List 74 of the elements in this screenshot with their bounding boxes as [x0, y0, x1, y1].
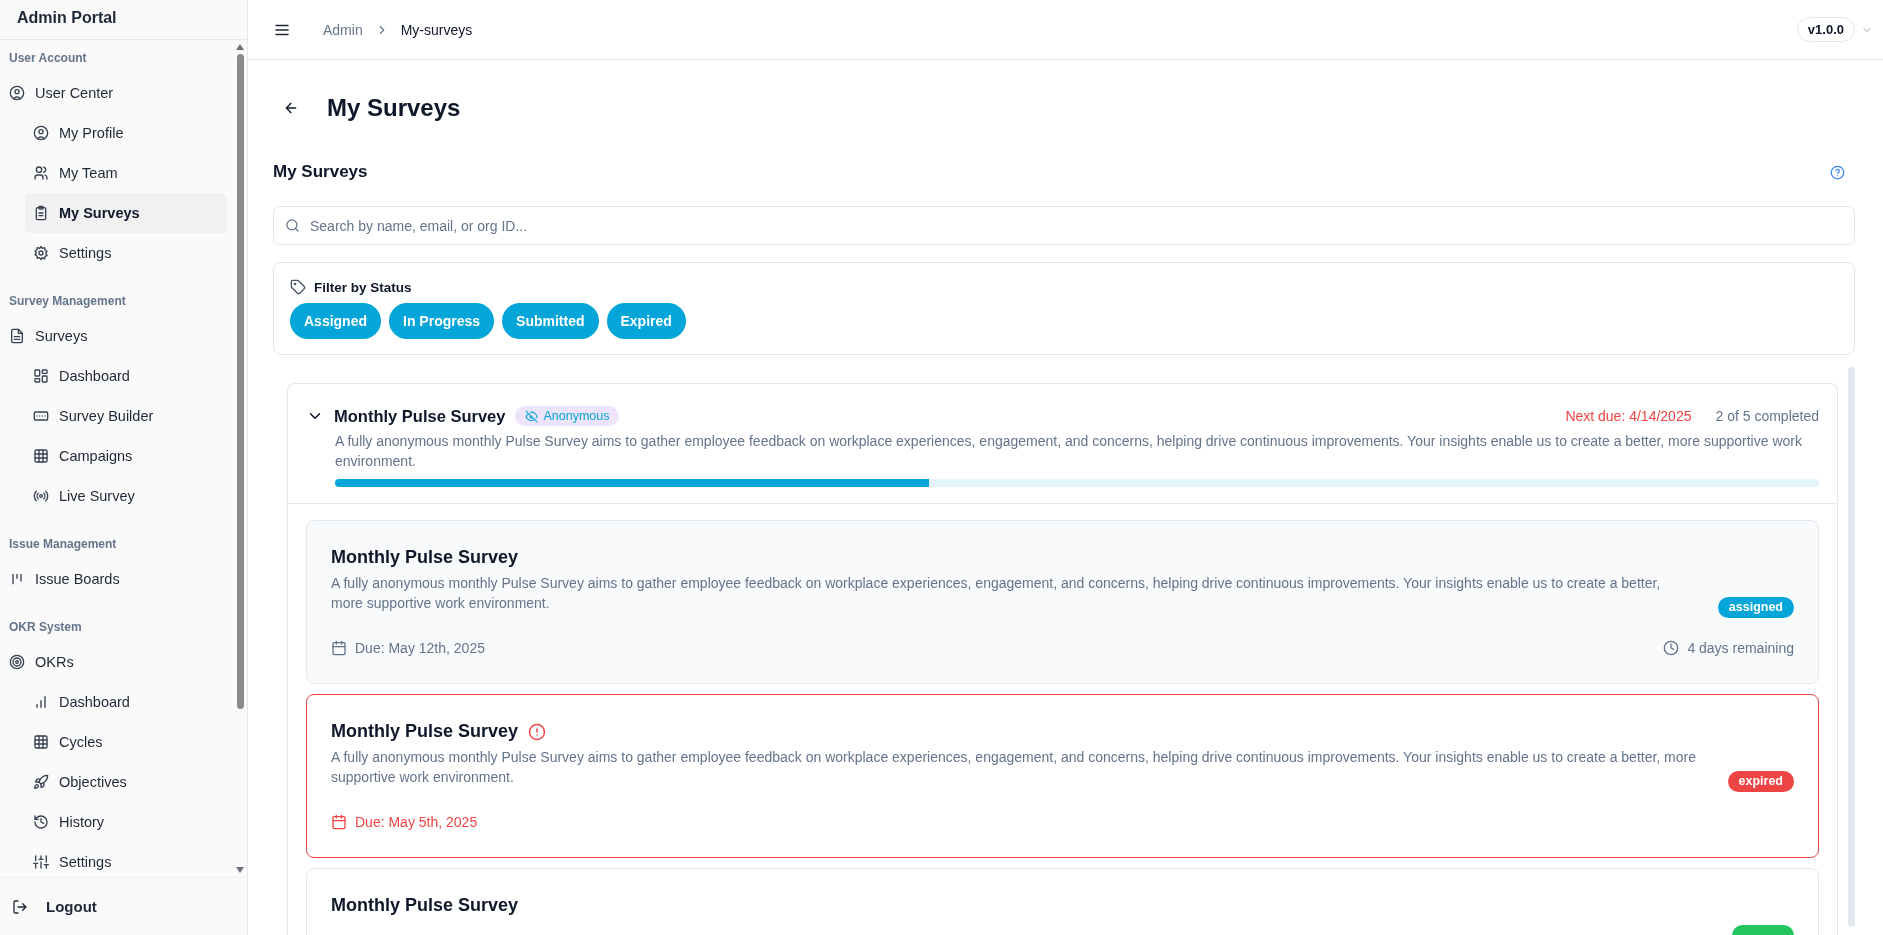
back-arrow-icon	[283, 100, 299, 116]
nav-icon	[9, 85, 25, 101]
nav-icon	[33, 245, 49, 261]
nav-icon	[33, 854, 49, 870]
nav-item[interactable]: My Team	[25, 153, 227, 193]
section-heading: Survey Management	[9, 293, 127, 310]
group-title: Monthly Pulse Survey	[334, 406, 506, 426]
nav-icon	[33, 368, 49, 384]
status-badge: expired	[1727, 771, 1794, 792]
next-due: Next due: 4/14/2025	[1565, 408, 1692, 424]
nav-item[interactable]: User Center	[9, 73, 227, 113]
section-title: My Surveys	[273, 162, 368, 182]
app-title: Admin Portal	[0, 0, 247, 40]
logout-button[interactable]: Logout	[0, 877, 247, 935]
nav-item[interactable]: Survey Builder	[25, 396, 227, 436]
nav-item[interactable]: My Surveys	[25, 193, 227, 233]
search-field[interactable]: Search by name, email, or org ID...	[273, 206, 1855, 245]
nav-item[interactable]: History	[25, 802, 227, 842]
clock-icon	[1663, 640, 1680, 656]
filter-label: Filter by Status	[314, 279, 412, 295]
nav-item[interactable]: Live Survey	[25, 476, 227, 516]
nav-icon	[33, 488, 49, 504]
page-title: My Surveys	[327, 94, 461, 122]
survey-description: A fully anonymous monthly Pulse Survey aims to gather employee feedback on workplace experiences, engagement, and concerns, helping drive continuous improvements. Your insights enable us to create a better, more supportive work environment.	[331, 748, 1697, 787]
back-button[interactable]	[283, 100, 299, 116]
nav-icon	[33, 165, 49, 181]
nav-icon	[33, 125, 49, 141]
nav-item[interactable]: Campaigns	[25, 436, 227, 476]
calendar-icon	[331, 640, 347, 656]
section-heading: Issue Management	[9, 536, 118, 553]
nav-item[interactable]: My Profile	[25, 113, 227, 153]
nav-icon	[33, 694, 49, 710]
due-date: Due: May 12th, 2025	[355, 640, 485, 656]
breadcrumb-link[interactable]: Admin	[323, 21, 363, 38]
alert-icon	[528, 722, 547, 741]
time-remaining: 4 days remaining	[1687, 640, 1794, 656]
nav-icon	[9, 328, 25, 344]
survey-title: Monthly Pulse Survey	[331, 721, 519, 742]
nav-icon	[33, 814, 49, 830]
nav-item[interactable]: Objectives	[25, 762, 227, 802]
nav-icon	[33, 734, 49, 750]
nav-icon	[9, 654, 25, 670]
nav-icon	[33, 774, 49, 790]
nav-item[interactable]: Settings	[25, 233, 227, 273]
section-heading: OKR System	[9, 619, 83, 636]
help-icon	[1830, 164, 1845, 180]
nav-item[interactable]: Dashboard	[25, 682, 227, 722]
eye-off-icon	[525, 409, 539, 423]
nav-icon	[33, 205, 49, 221]
tag-icon	[290, 279, 306, 295]
breadcrumb-current: My-surveys	[400, 21, 473, 38]
help-button[interactable]	[1830, 164, 1845, 180]
nav-icon	[9, 571, 25, 587]
nav-item[interactable]: Issue Boards	[9, 559, 227, 599]
nav-icon	[33, 448, 49, 464]
survey-title: Monthly Pulse Survey	[331, 547, 519, 568]
nav-icon	[33, 408, 49, 424]
calendar-icon	[331, 814, 347, 830]
nav-item[interactable]: Surveys	[9, 316, 227, 356]
group-description: A fully anonymous monthly Pulse Survey aims to gather employee feedback on workplace experiences, engagement, and concerns, helping drive continuous improvements. Your insights enable us to create a better, more supportive work environment.	[335, 432, 1803, 471]
logout-icon	[12, 898, 28, 915]
due-date: Due: May 5th, 2025	[355, 814, 478, 830]
survey-description: A fully anonymous monthly Pulse Survey aims to gather employee feedback on workplace experiences, engagement, and concerns, helping drive continuous improvements. Your insights enable us to create a better, more supportive work environment.	[331, 574, 1662, 613]
completion-count: 2 of 5 completed	[1715, 408, 1819, 424]
anonymous-badge: Anonymous	[515, 406, 620, 426]
scrollbar[interactable]	[1848, 367, 1855, 927]
version-badge[interactable]: v1.0.0	[1796, 17, 1855, 42]
nav-item[interactable]: Dashboard	[25, 356, 227, 396]
section-heading: User Account	[9, 50, 88, 67]
nav-item[interactable]: Cycles	[25, 722, 227, 762]
nav-item[interactable]: Settings	[25, 842, 227, 877]
survey-title: Monthly Pulse Survey	[331, 895, 519, 916]
nav-item[interactable]: OKRs	[9, 642, 227, 682]
status-badge: assigned	[1717, 597, 1794, 618]
